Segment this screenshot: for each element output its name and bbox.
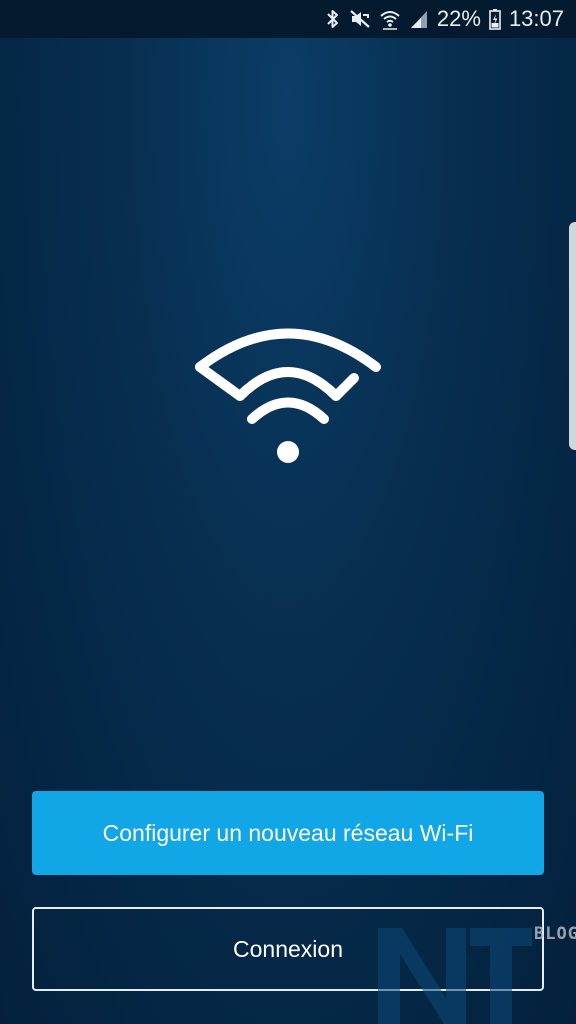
battery-icon xyxy=(489,7,501,31)
bluetooth-icon xyxy=(325,7,341,31)
wifi-icon xyxy=(379,7,401,31)
battery-percent: 22% xyxy=(436,6,481,31)
clock: 13:07 xyxy=(508,6,564,31)
watermark-text: BLOG xyxy=(534,924,576,944)
configure-new-network-button[interactable]: Configurer un nouveau réseau Wi-Fi xyxy=(32,791,544,875)
wifi-logo-icon xyxy=(195,328,381,463)
mute-icon xyxy=(349,7,371,31)
edge-panel-handle[interactable] xyxy=(569,222,576,450)
signal-icon xyxy=(409,7,429,31)
status-bar: 22% 13:07 xyxy=(0,0,576,38)
